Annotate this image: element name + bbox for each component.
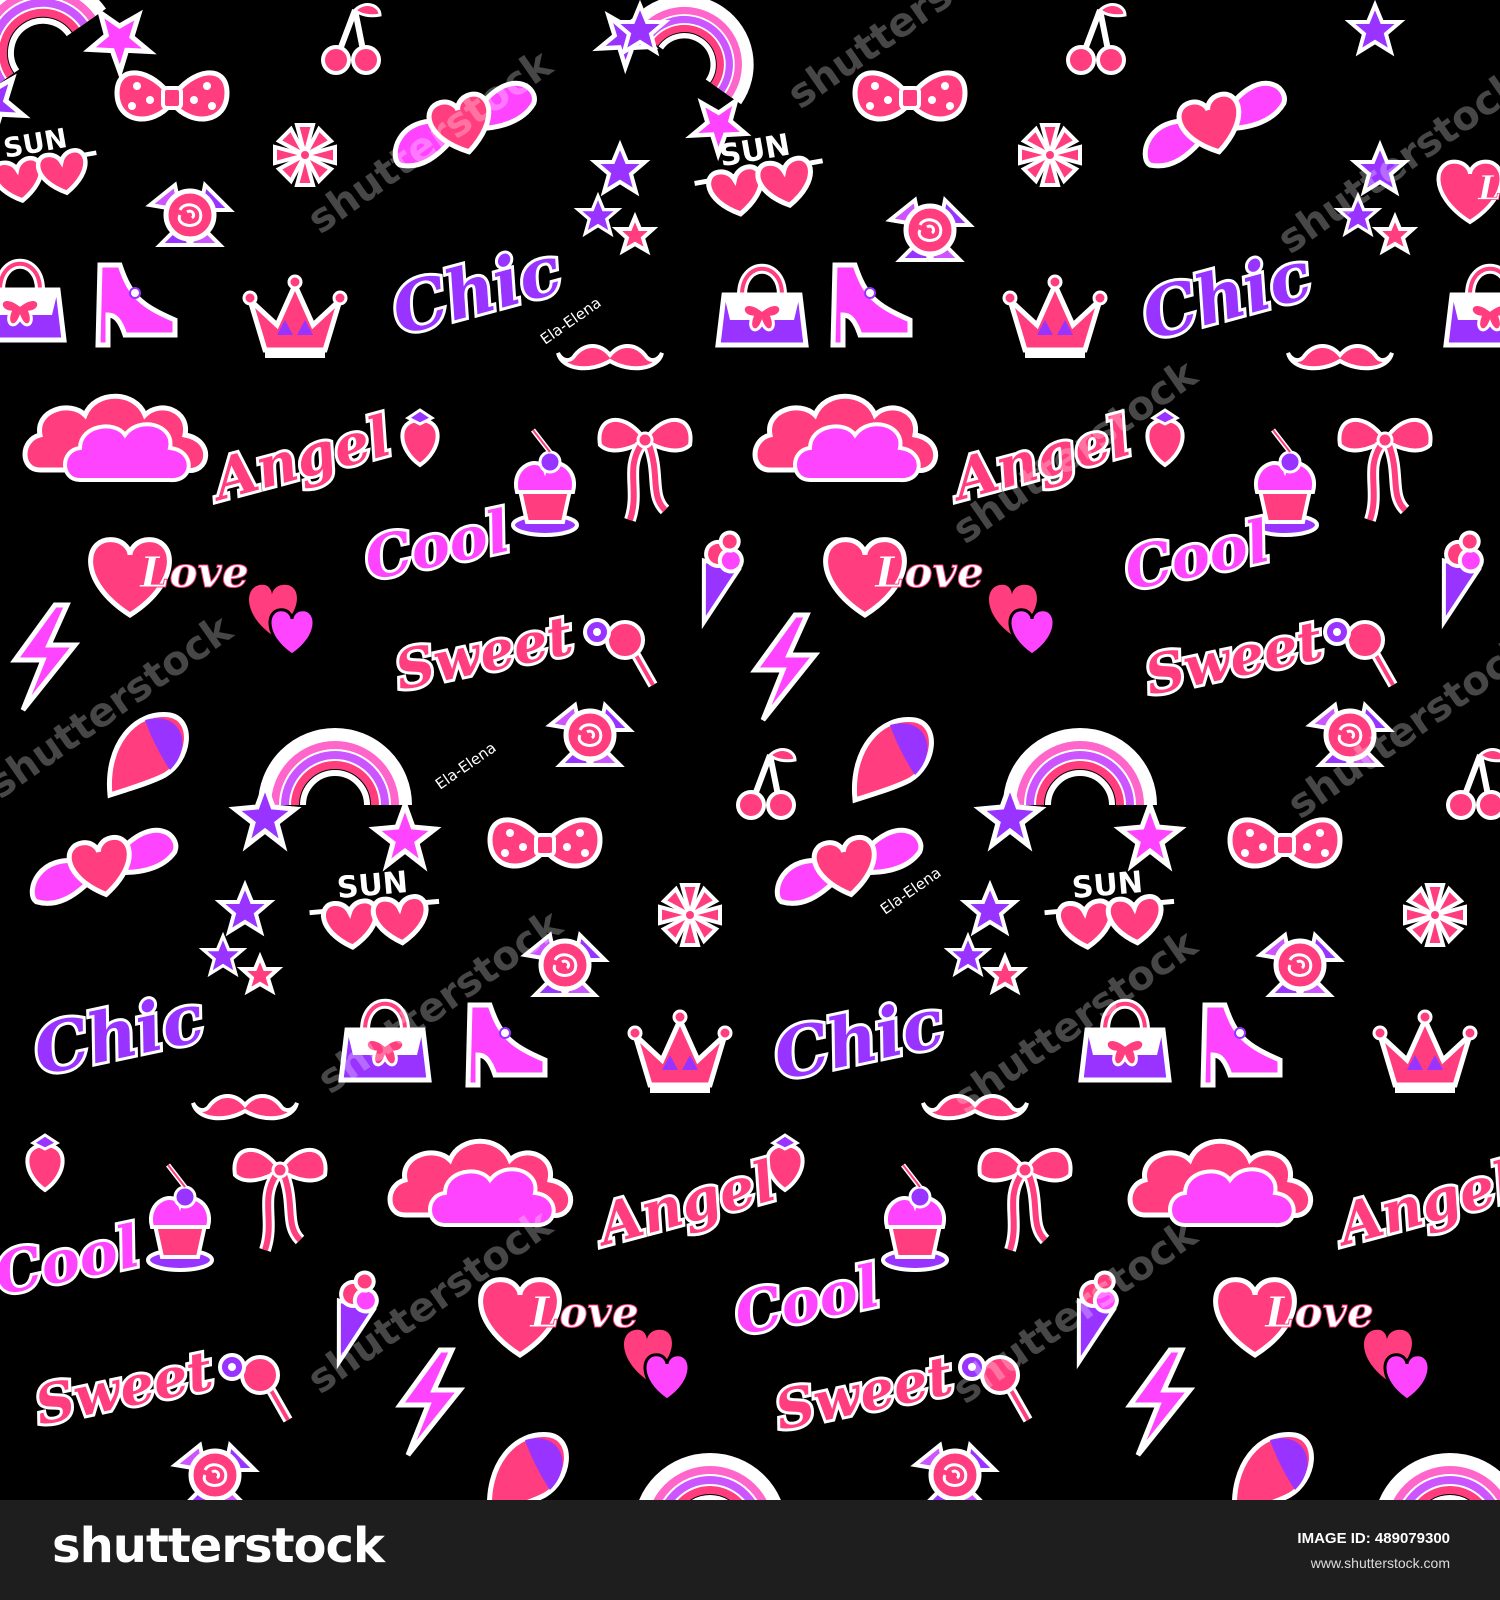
heart-icon <box>91 540 249 615</box>
word-chic <box>27 978 211 1092</box>
ice-cream-icon <box>1426 525 1491 631</box>
lollipop-icon <box>585 620 653 685</box>
rainbow-star-icon <box>610 1470 810 1500</box>
handbag-icon <box>1446 269 1500 345</box>
ribbon-bow-icon <box>599 420 690 520</box>
cherry-icon <box>738 750 795 818</box>
bow-icon <box>855 73 965 119</box>
bow-icon <box>1230 820 1340 866</box>
heart-icon <box>481 1280 639 1355</box>
cupcake-icon <box>883 1165 947 1270</box>
cloud-icon <box>25 396 206 480</box>
shutterstock-logo: shutterstock <box>52 1518 385 1574</box>
heart-icon <box>1438 162 1500 222</box>
flower-icon <box>1403 883 1467 947</box>
wing-icon <box>854 720 931 800</box>
bow-icon <box>490 820 600 866</box>
lollipop-icon <box>220 1355 288 1420</box>
flower-icon <box>273 123 337 187</box>
heart-icon <box>826 540 984 615</box>
double-heart-icon <box>247 583 316 657</box>
cherry-icon <box>1448 750 1500 818</box>
moustache-icon <box>191 1094 299 1121</box>
rainbow-star-icon <box>980 745 1180 865</box>
high-heel-shoe-icon <box>833 265 910 345</box>
stars-icon <box>948 885 1023 991</box>
lightning-icon <box>15 605 75 710</box>
moustache-icon <box>1286 344 1394 371</box>
rose-icon <box>890 200 970 260</box>
cupcake-icon <box>513 430 577 535</box>
crown-icon <box>1374 1011 1476 1093</box>
double-heart-icon <box>1362 1328 1431 1402</box>
ribbon-bow-icon <box>234 1150 325 1250</box>
handbag-icon <box>718 269 806 345</box>
lightning-icon <box>755 615 815 720</box>
cloud-icon <box>755 396 936 480</box>
high-heel-shoe-icon <box>98 265 175 345</box>
word-cool <box>0 1212 145 1309</box>
winged-heart-icon <box>1135 79 1294 171</box>
crown-icon <box>244 276 346 358</box>
stars-icon <box>578 145 653 251</box>
word-chic <box>767 983 951 1097</box>
high-heel-shoe-icon <box>468 1005 545 1085</box>
strawberry-icon <box>400 408 440 467</box>
word-sweet <box>29 1338 218 1438</box>
heart-glasses-icon <box>306 863 442 951</box>
image-id: IMAGE ID: 489079300 <box>1297 1530 1450 1547</box>
word-angel <box>587 1148 783 1260</box>
word-sweet <box>1139 608 1328 708</box>
cloud-icon <box>1130 1141 1311 1225</box>
winged-heart-icon <box>25 827 182 907</box>
rose-icon <box>915 1445 995 1500</box>
ice-cream-icon <box>686 525 751 631</box>
lollipop-icon <box>1325 620 1393 685</box>
lightning-icon <box>1130 1350 1190 1455</box>
stars-icon <box>203 885 278 991</box>
word-sweet <box>769 1343 958 1443</box>
cherry-icon <box>1068 5 1125 73</box>
stock-footer: shutterstock IMAGE ID: 489079300 www.shu… <box>0 1500 1500 1600</box>
high-heel-shoe-icon <box>1203 1005 1280 1085</box>
flower-icon <box>1018 123 1082 187</box>
cupcake-icon <box>148 1165 212 1270</box>
heart-glasses-icon <box>688 122 829 220</box>
double-heart-icon <box>622 1328 691 1402</box>
wing-icon <box>1234 1435 1311 1500</box>
crown-icon <box>629 1011 731 1093</box>
cherry-icon <box>323 5 380 73</box>
heart-glasses-icon <box>0 118 102 206</box>
word-cool <box>1119 507 1276 604</box>
rainbow-star-icon <box>1350 1470 1500 1500</box>
rainbow-star-icon <box>235 745 435 865</box>
heart-icon <box>1216 1280 1374 1355</box>
wing-icon <box>489 1435 566 1500</box>
word-cool <box>359 497 516 594</box>
word-sweet <box>389 603 578 703</box>
cloud-icon <box>390 1141 571 1225</box>
star-icon <box>1348 3 1402 54</box>
word-cool <box>729 1252 886 1349</box>
word-angel <box>1327 1148 1500 1260</box>
site-url: www.shutterstock.com <box>1310 1555 1450 1571</box>
crown-icon <box>1004 276 1106 358</box>
handbag-icon <box>0 264 64 340</box>
ribbon-bow-icon <box>1339 420 1430 520</box>
rose-icon <box>175 1445 255 1500</box>
rose-icon <box>1260 935 1340 995</box>
lightning-icon <box>400 1350 460 1455</box>
flower-icon <box>658 883 722 947</box>
rose-icon <box>150 185 230 245</box>
word-angel <box>202 403 398 515</box>
moustache-icon <box>556 344 664 371</box>
bow-icon <box>117 73 227 119</box>
artist-signature: Ela-Elena <box>432 738 500 793</box>
ribbon-bow-icon <box>979 1150 1070 1250</box>
rose-icon <box>550 705 630 765</box>
sticker-pattern: SUN <box>0 0 1500 1500</box>
strawberry-icon <box>25 1133 65 1192</box>
double-heart-icon <box>987 583 1056 657</box>
